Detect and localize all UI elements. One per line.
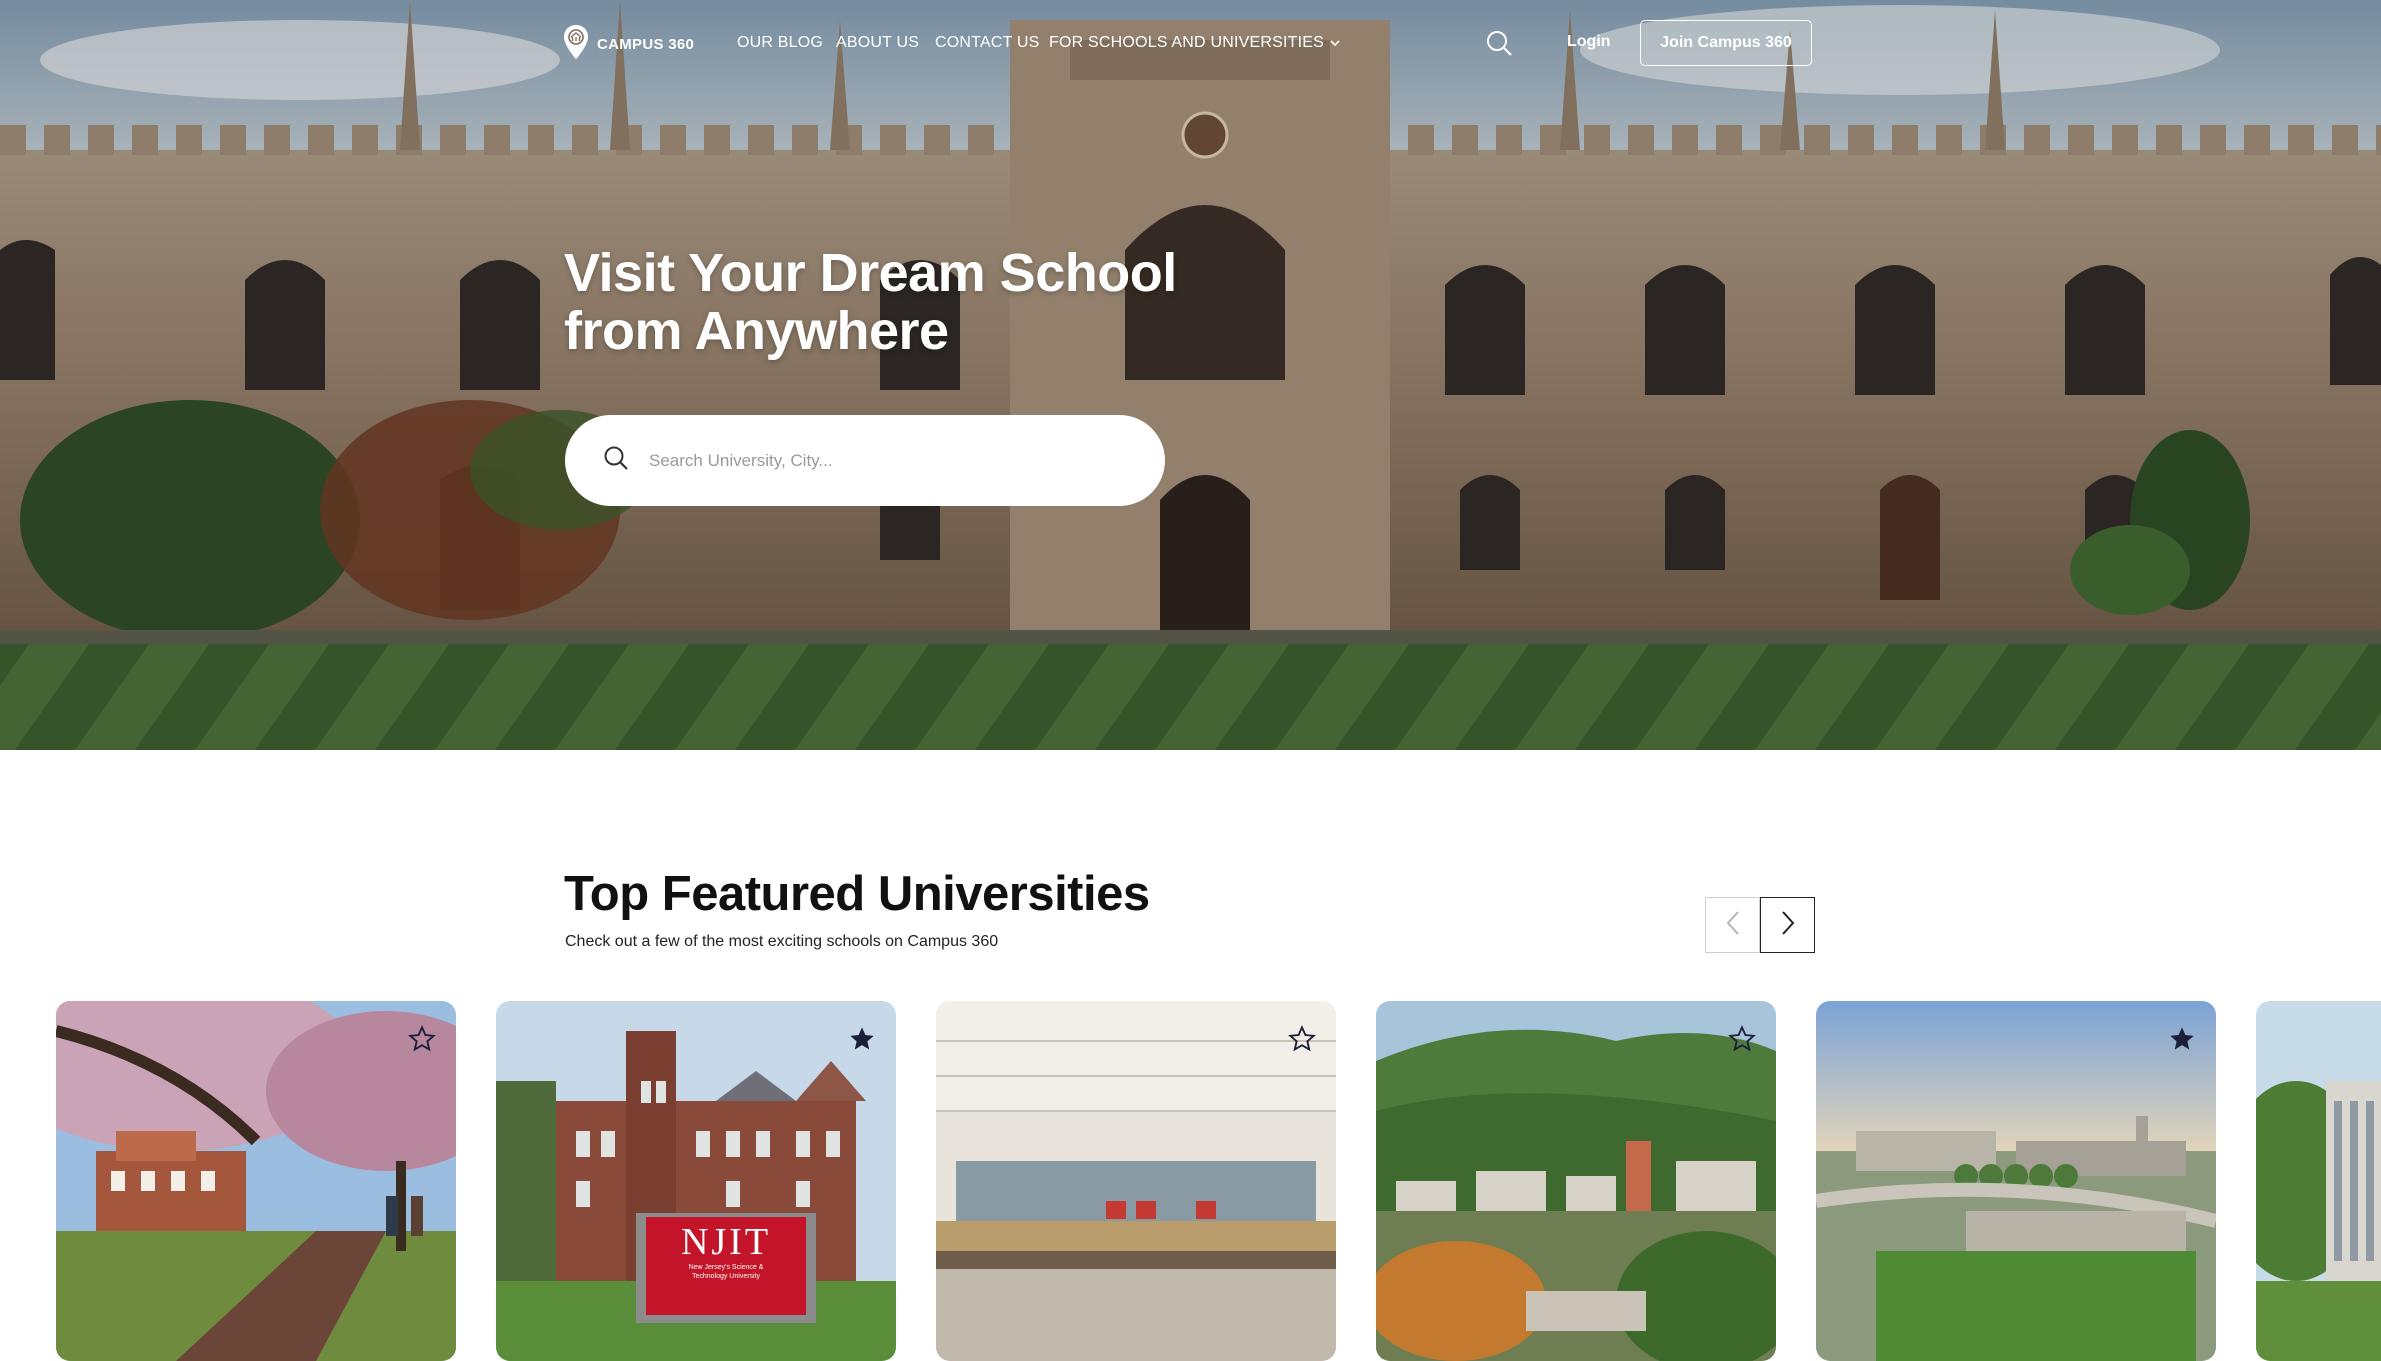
- hero-section: CAMPUS 360 OUR BLOG ABOUT US CONTACT US …: [0, 0, 2381, 750]
- university-card[interactable]: [936, 1001, 1336, 1361]
- chevron-down-icon: [1330, 34, 1340, 52]
- favorite-star-outline-icon[interactable]: [408, 1025, 436, 1058]
- njit-sign: NJIT New Jersey's Science & Technology U…: [646, 1221, 806, 1281]
- nav-link-our-blog[interactable]: OUR BLOG: [737, 34, 823, 52]
- university-photo: [56, 1001, 456, 1361]
- search-icon[interactable]: [1486, 30, 1513, 62]
- favorite-star-filled-icon[interactable]: [848, 1025, 876, 1058]
- hero-title-line2: from Anywhere: [564, 301, 949, 361]
- chevron-left-icon: [1725, 910, 1741, 941]
- hero-title: Visit Your Dream School from Anywhere: [564, 244, 1204, 360]
- top-navigation: CAMPUS 360 OUR BLOG ABOUT US CONTACT US …: [0, 0, 2381, 88]
- favorite-star-outline-icon[interactable]: [1288, 1025, 1316, 1058]
- njit-sign-subtext: New Jersey's Science & Technology Univer…: [688, 1264, 764, 1280]
- search-icon: [603, 445, 629, 476]
- carousel-prev-button[interactable]: [1705, 897, 1760, 953]
- nav-link-contact-us[interactable]: CONTACT US: [935, 34, 1040, 52]
- carousel-next-button[interactable]: [1760, 897, 1815, 953]
- university-photo: [936, 1001, 1336, 1361]
- nav-link-for-schools[interactable]: FOR SCHOOLS AND UNIVERSITIES: [1049, 34, 1340, 52]
- university-photo: [1816, 1001, 2216, 1361]
- search-input[interactable]: [647, 449, 1131, 472]
- university-card[interactable]: [56, 1001, 456, 1361]
- featured-subtitle: Check out a few of the most exciting sch…: [565, 933, 999, 950]
- campus-360-logo[interactable]: CAMPUS 360: [563, 24, 694, 65]
- favorite-star-outline-icon[interactable]: [1728, 1025, 1756, 1058]
- chevron-right-icon: [1780, 910, 1796, 941]
- favorite-star-filled-icon[interactable]: [2168, 1025, 2196, 1058]
- university-photo: [1376, 1001, 1776, 1361]
- university-photo: [2256, 1001, 2381, 1361]
- university-photo: [496, 1001, 896, 1361]
- login-link[interactable]: Login: [1567, 33, 1611, 51]
- hero-search-bar[interactable]: [565, 415, 1165, 506]
- location-pin-icon: [563, 24, 589, 65]
- logo-text: CAMPUS 360: [597, 36, 695, 53]
- university-card[interactable]: [1816, 1001, 2216, 1361]
- njit-sign-title: NJIT: [680, 1221, 772, 1263]
- university-card[interactable]: NJIT New Jersey's Science & Technology U…: [496, 1001, 896, 1361]
- nav-link-for-schools-label: FOR SCHOOLS AND UNIVERSITIES: [1049, 34, 1324, 51]
- hero-title-line1: Visit Your Dream School: [564, 243, 1177, 303]
- featured-title: Top Featured Universities: [564, 867, 1150, 921]
- hero-background-image: [0, 0, 2381, 750]
- nav-link-about-us[interactable]: ABOUT US: [836, 34, 919, 52]
- join-button[interactable]: Join Campus 360: [1640, 20, 1812, 66]
- university-card[interactable]: [1376, 1001, 1776, 1361]
- university-card[interactable]: [2256, 1001, 2381, 1361]
